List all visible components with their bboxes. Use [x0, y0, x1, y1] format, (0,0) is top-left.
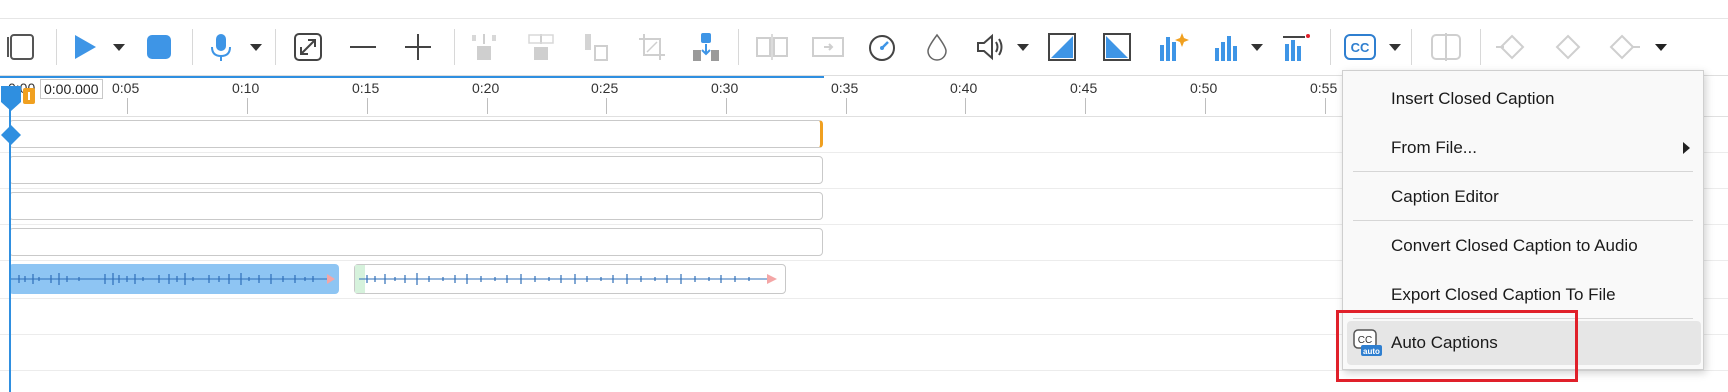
trim-icon[interactable] — [688, 29, 724, 65]
caption-clip[interactable] — [9, 192, 823, 220]
timecode-display: 0:00.000 — [40, 79, 103, 99]
play-dropdown-chevron-down-icon[interactable] — [112, 41, 126, 55]
audio-waveform — [11, 273, 335, 285]
microphone-icon[interactable] — [203, 29, 239, 65]
menu-item-label: Convert Closed Caption to Audio — [1391, 236, 1638, 255]
menu-item-label: Insert Closed Caption — [1391, 89, 1555, 108]
ruler-label-0-25: 0:25 — [591, 80, 619, 96]
menu-divider — [1353, 220, 1693, 221]
insert-icon[interactable] — [466, 29, 502, 65]
ruler-label-0-35: 0:35 — [831, 80, 859, 96]
ruler-label-0-30: 0:30 — [711, 80, 739, 96]
toolbar-more-chevron-down-icon[interactable] — [1654, 41, 1668, 55]
menu-item-label: From File... — [1391, 138, 1477, 157]
volume-icon[interactable] — [973, 29, 1009, 65]
in-point-marker[interactable] — [23, 88, 35, 104]
toolbar-separator — [1480, 29, 1481, 65]
ruler-tick — [247, 98, 248, 114]
caption-clip[interactable] — [9, 156, 823, 184]
ruler-label-0-40: 0:40 — [950, 80, 978, 96]
overwrite-icon[interactable] — [523, 29, 559, 65]
transition-icon[interactable] — [810, 29, 846, 65]
compare-icon[interactable] — [1428, 29, 1464, 65]
play-icon[interactable] — [66, 29, 102, 65]
keyframe-add-icon[interactable] — [1550, 29, 1586, 65]
ruler-tick — [606, 98, 607, 114]
audio-clip-selected[interactable] — [9, 264, 339, 294]
audio-levels-icon[interactable] — [1209, 29, 1245, 65]
ruler-tick — [487, 98, 488, 114]
caption-clip[interactable] — [9, 228, 823, 256]
ruler-tick — [1205, 98, 1206, 114]
menu-item-caption-editor[interactable]: Caption Editor — [1343, 175, 1703, 219]
split-icon[interactable] — [754, 29, 790, 65]
volume-dropdown-chevron-down-icon[interactable] — [1016, 41, 1030, 55]
speed-icon[interactable] — [864, 29, 900, 65]
keyframe-prev-icon[interactable] — [1494, 29, 1530, 65]
menu-item-label: Caption Editor — [1391, 187, 1499, 206]
fade-out-icon[interactable] — [1099, 29, 1135, 65]
ruler-tick — [127, 98, 128, 114]
ruler-label-0-05: 0:05 — [112, 80, 140, 96]
annotation-highlight-box — [1336, 310, 1578, 382]
keyframe-next-icon[interactable] — [1606, 29, 1642, 65]
svg-text:CC: CC — [1351, 40, 1370, 55]
zoom-out-icon[interactable] — [345, 29, 381, 65]
captions-dropdown-chevron-down-icon[interactable] — [1388, 41, 1402, 55]
toolbar-separator — [1330, 29, 1331, 65]
ruler-tick — [846, 98, 847, 114]
captions-icon[interactable]: CC — [1342, 29, 1378, 65]
ruler-tick — [726, 98, 727, 114]
ruler-label-0-20: 0:20 — [472, 80, 500, 96]
video-clip[interactable] — [9, 120, 823, 148]
color-drop-icon[interactable] — [919, 29, 955, 65]
ruler-tick — [965, 98, 966, 114]
delete-icon[interactable] — [578, 29, 614, 65]
fade-in-icon[interactable] — [1044, 29, 1080, 65]
ruler-label-0-45: 0:45 — [1070, 80, 1098, 96]
ruler-tick — [1085, 98, 1086, 114]
stop-icon[interactable] — [141, 29, 177, 65]
toolbar-separator — [192, 29, 193, 65]
audio-levels-dropdown-chevron-down-icon[interactable] — [1250, 41, 1264, 55]
crop-icon[interactable] — [634, 29, 670, 65]
ruler-label-0-55: 0:55 — [1310, 80, 1338, 96]
ruler-label-0-10: 0:10 — [232, 80, 260, 96]
auto-level-icon[interactable] — [1155, 29, 1191, 65]
window-top-strip — [0, 0, 1728, 19]
menu-item-insert-closed-caption[interactable]: Insert Closed Caption — [1343, 77, 1703, 121]
ruler-label-0-50: 0:50 — [1190, 80, 1218, 96]
select-frame-icon[interactable] — [2, 29, 38, 65]
toolbar-separator — [738, 29, 739, 65]
toolbar-separator — [1411, 29, 1412, 65]
fit-timeline-icon[interactable] — [290, 29, 326, 65]
submenu-arrow-icon — [1683, 142, 1690, 154]
ruler-label-0-15: 0:15 — [352, 80, 380, 96]
ruler-tick — [1325, 98, 1326, 114]
audio-clip[interactable] — [354, 264, 786, 294]
ruler-tick — [367, 98, 368, 114]
menu-item-from-file[interactable]: From File... — [1343, 126, 1703, 170]
menu-item-label: Export Closed Caption To File — [1391, 285, 1616, 304]
zoom-in-icon[interactable] — [400, 29, 436, 65]
playhead-handle[interactable] — [0, 86, 24, 112]
played-range-bar — [0, 76, 824, 78]
menu-divider — [1353, 171, 1693, 172]
toolbar-separator — [454, 29, 455, 65]
noise-icon[interactable] — [1278, 29, 1314, 65]
timeline-toolbar: CC — [0, 19, 1728, 76]
microphone-dropdown-chevron-down-icon[interactable] — [249, 41, 263, 55]
toolbar-separator — [56, 29, 57, 65]
audio-waveform — [355, 265, 777, 293]
toolbar-separator — [275, 29, 276, 65]
menu-item-convert-closed-caption-to-audio[interactable]: Convert Closed Caption to Audio — [1343, 224, 1703, 268]
keyframe-diamond-icon[interactable] — [0, 124, 22, 146]
